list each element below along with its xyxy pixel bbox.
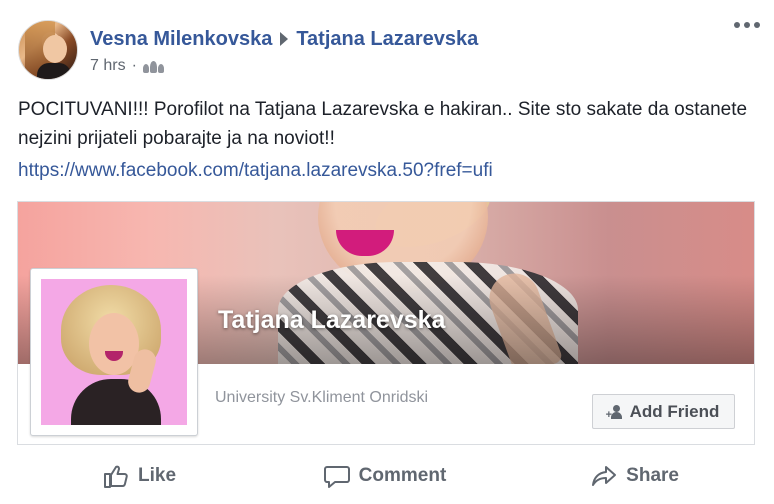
right-arrow-icon	[280, 32, 289, 46]
profile-picture-image	[41, 279, 187, 425]
author-avatar[interactable]	[18, 20, 78, 80]
thumbs-up-icon	[104, 465, 128, 488]
profile-name-link[interactable]: Tatjana Lazarevska	[218, 306, 445, 335]
post-meta: 7 hrs ·	[90, 57, 164, 75]
comment-label: Comment	[358, 465, 447, 486]
avatar-top	[37, 63, 71, 79]
share-label: Share	[626, 465, 679, 486]
comment-bubble-icon	[323, 466, 350, 488]
like-button[interactable]: Like	[0, 452, 290, 500]
post-url-link[interactable]: https://www.facebook.com/tatjana.lazarev…	[18, 160, 493, 182]
post-message: POCITUVANI!!! Porofilot na Tatjana Lazar…	[18, 99, 748, 149]
more-options-icon[interactable]	[734, 22, 760, 28]
meta-separator: ·	[131, 57, 137, 74]
post-timestamp[interactable]: 7 hrs	[90, 57, 126, 75]
post-actions: Like Comment Share	[0, 452, 774, 500]
comment-button[interactable]: Comment	[290, 452, 490, 500]
university-text: University Sv.Kliment Onridski	[215, 389, 429, 406]
friends-icon[interactable]	[142, 59, 164, 73]
add-friend-label: Add Friend	[629, 401, 720, 421]
avatar-face	[43, 35, 67, 63]
share-arrow-icon	[592, 466, 617, 486]
facebook-post: Vesna Milenkovska Tatjana Lazarevska 7 h…	[0, 0, 774, 504]
like-label: Like	[138, 465, 177, 486]
share-button[interactable]: Share	[491, 452, 774, 500]
add-friend-button[interactable]: + Add Friend	[592, 394, 735, 429]
profile-picture[interactable]	[30, 268, 198, 436]
post-header: Vesna Milenkovska Tatjana Lazarevska	[90, 26, 478, 52]
add-friend-icon: +	[606, 404, 624, 420]
recipient-name-link[interactable]: Tatjana Lazarevska	[296, 28, 478, 51]
author-name-link[interactable]: Vesna Milenkovska	[90, 28, 272, 51]
shared-profile-card[interactable]: Tatjana Lazarevska University Sv.Kliment…	[17, 201, 755, 445]
